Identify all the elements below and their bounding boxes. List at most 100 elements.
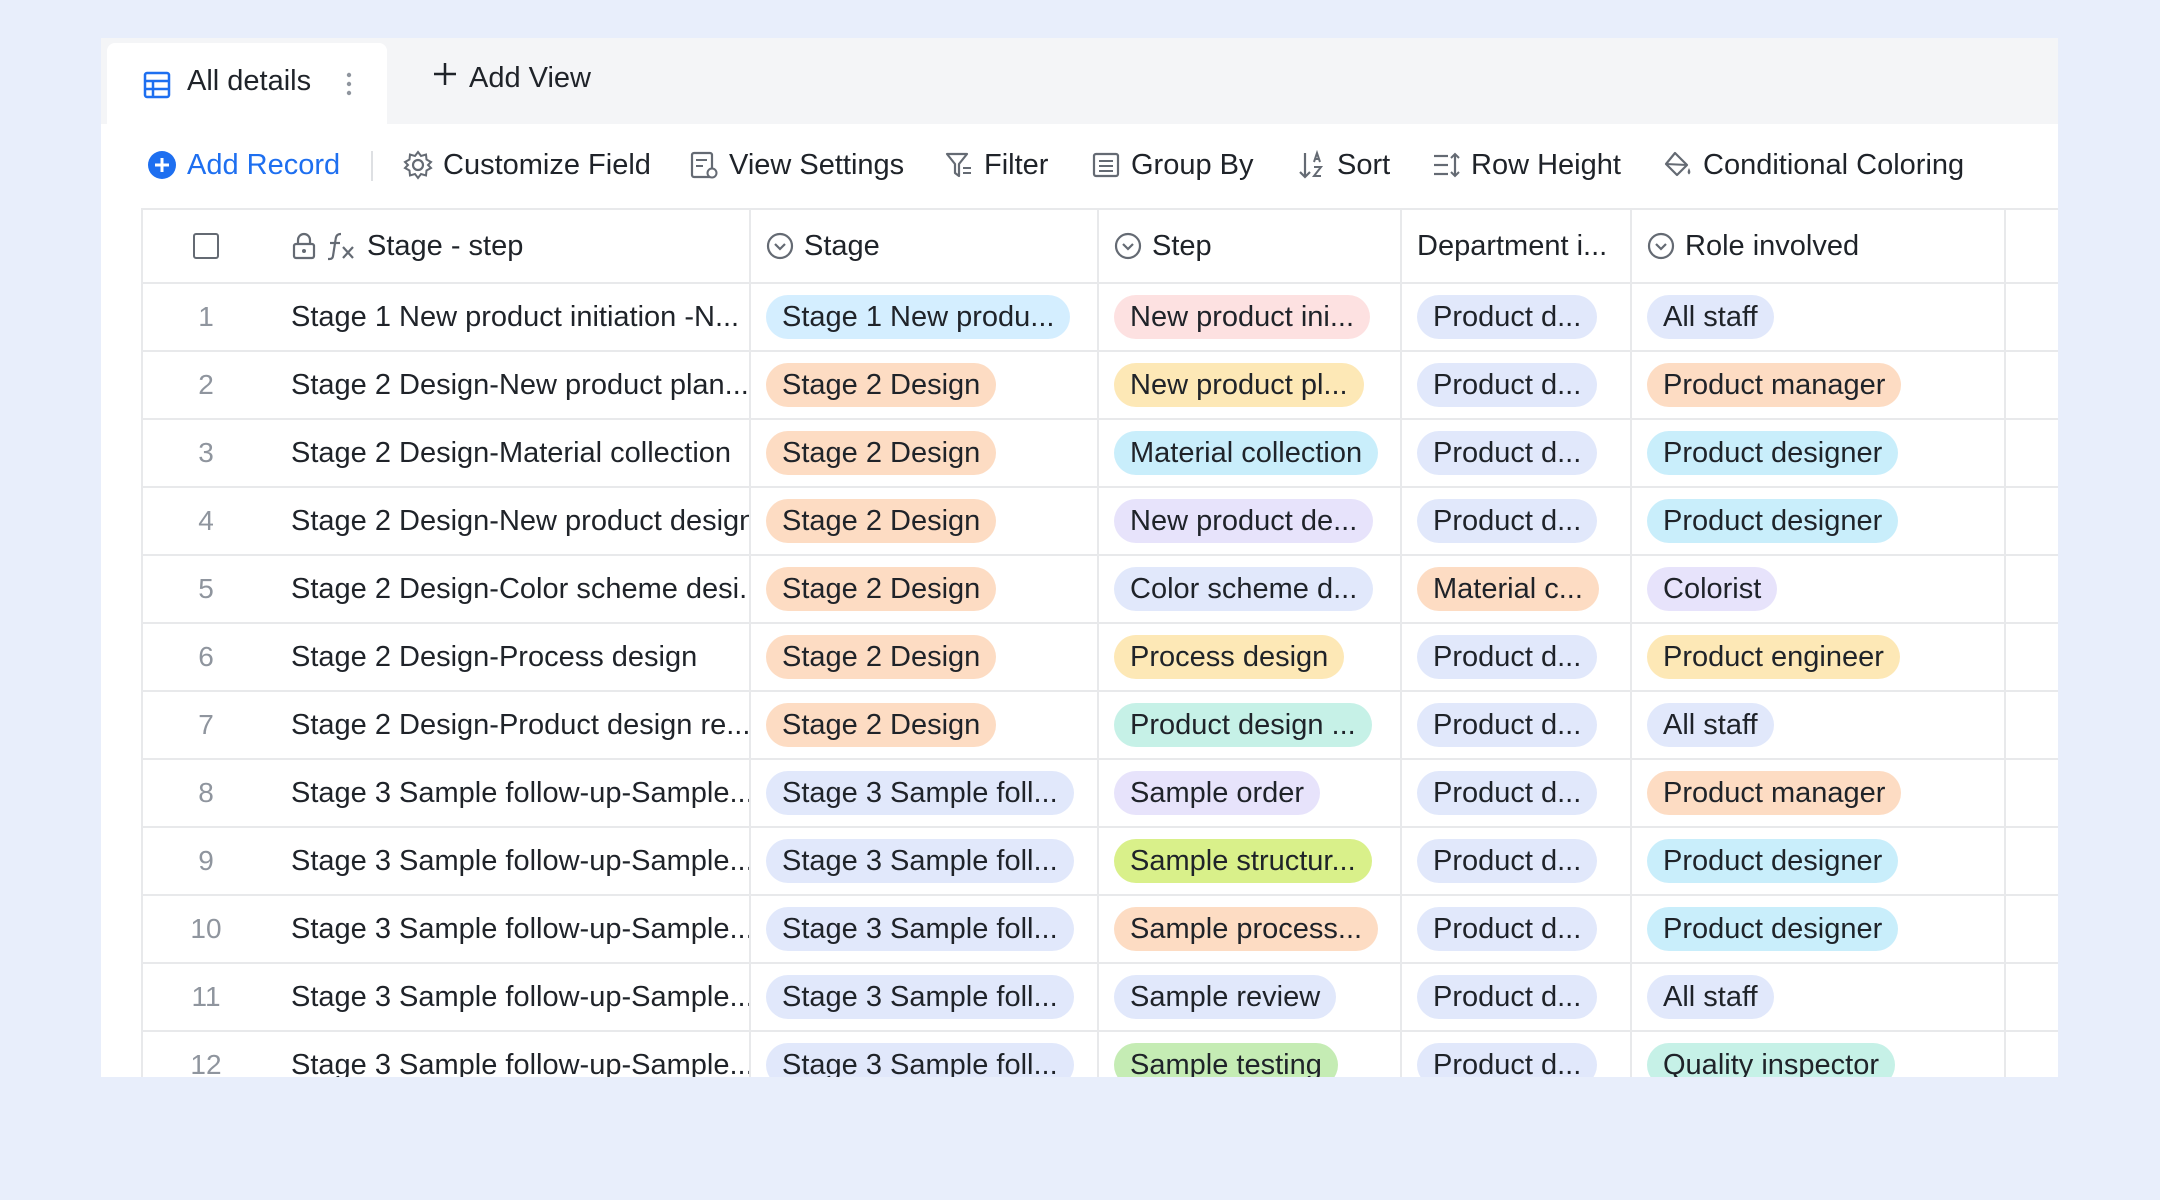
department-tag: Product d... bbox=[1417, 839, 1598, 883]
cell-stage[interactable]: Stage 2 Design bbox=[749, 488, 1097, 554]
table-row[interactable]: 5 Stage 2 Design-Color scheme desi... St… bbox=[141, 556, 2058, 624]
cell-stage-step[interactable]: Stage 3 Sample follow-up-Sample... bbox=[271, 760, 749, 826]
cell-step[interactable]: Material collection bbox=[1097, 420, 1400, 486]
header-stage-step[interactable]: Stage - step bbox=[271, 210, 749, 282]
step-tag: Color scheme d... bbox=[1114, 567, 1374, 611]
cell-stage-step[interactable]: Stage 2 Design-Material collection bbox=[271, 420, 749, 486]
grid-view-icon bbox=[143, 71, 171, 104]
cell-stage-step[interactable]: Stage 2 Design-New product plan... bbox=[271, 352, 749, 418]
table-row[interactable]: 2 Stage 2 Design-New product plan... Sta… bbox=[141, 352, 2058, 420]
cell-stage[interactable]: Stage 3 Sample foll... bbox=[749, 1032, 1097, 1077]
table-row[interactable]: 7 Stage 2 Design-Product design re... St… bbox=[141, 692, 2058, 760]
group-by-button[interactable]: Group By bbox=[1091, 124, 1254, 206]
customize-field-button[interactable]: Customize Field bbox=[403, 124, 651, 206]
cell-department[interactable]: Product d... bbox=[1400, 896, 1630, 962]
cell-department[interactable]: Product d... bbox=[1400, 352, 1630, 418]
cell-stage[interactable]: Stage 3 Sample foll... bbox=[749, 896, 1097, 962]
cell-stage[interactable]: Stage 2 Design bbox=[749, 624, 1097, 690]
table-row[interactable]: 1 Stage 1 New product initiation -N... S… bbox=[141, 284, 2058, 352]
cell-department[interactable]: Product d... bbox=[1400, 284, 1630, 350]
cell-role[interactable]: Product designer bbox=[1630, 488, 2006, 554]
department-tag: Product d... bbox=[1417, 703, 1598, 747]
add-view-button[interactable]: Add View bbox=[431, 60, 591, 96]
cell-stage-step[interactable]: Stage 3 Sample follow-up-Sample... bbox=[271, 964, 749, 1030]
cell-department[interactable]: Product d... bbox=[1400, 964, 1630, 1030]
cell-department[interactable]: Product d... bbox=[1400, 420, 1630, 486]
header-department[interactable]: Department i... bbox=[1400, 210, 1630, 282]
cell-stage[interactable]: Stage 3 Sample foll... bbox=[749, 760, 1097, 826]
cell-step[interactable]: New product de... bbox=[1097, 488, 1400, 554]
cell-stage[interactable]: Stage 2 Design bbox=[749, 556, 1097, 622]
cell-step[interactable]: Color scheme d... bbox=[1097, 556, 1400, 622]
cell-step[interactable]: New product ini... bbox=[1097, 284, 1400, 350]
cell-role[interactable]: All staff bbox=[1630, 284, 2006, 350]
cell-role[interactable]: Quality inspector bbox=[1630, 1032, 2006, 1077]
cell-step[interactable]: Process design bbox=[1097, 624, 1400, 690]
header-step[interactable]: Step bbox=[1097, 210, 1400, 282]
cell-stage-step[interactable]: Stage 3 Sample follow-up-Sample... bbox=[271, 896, 749, 962]
department-tag: Product d... bbox=[1417, 975, 1598, 1019]
cell-stage-step[interactable]: Stage 3 Sample follow-up-Sample... bbox=[271, 1032, 749, 1078]
more-vertical-icon[interactable] bbox=[345, 71, 353, 102]
cell-step[interactable]: Sample order bbox=[1097, 760, 1400, 826]
cell-stage[interactable]: Stage 2 Design bbox=[749, 420, 1097, 486]
cell-step[interactable]: Sample testing bbox=[1097, 1032, 1400, 1077]
header-stage[interactable]: Stage bbox=[749, 210, 1097, 282]
table-row[interactable]: 3 Stage 2 Design-Material collection Sta… bbox=[141, 420, 2058, 488]
cell-step[interactable]: Sample structur... bbox=[1097, 828, 1400, 894]
cell-stage-step[interactable]: Stage 2 Design-Product design re... bbox=[271, 692, 749, 758]
cell-stage[interactable]: Stage 3 Sample foll... bbox=[749, 964, 1097, 1030]
cell-stage[interactable]: Stage 2 Design bbox=[749, 352, 1097, 418]
cell-stage-step[interactable]: Stage 2 Design-New product design bbox=[271, 488, 749, 554]
department-tag: Product d... bbox=[1417, 1043, 1598, 1077]
cell-step[interactable]: Product design ... bbox=[1097, 692, 1400, 758]
cell-department[interactable]: Product d... bbox=[1400, 760, 1630, 826]
table-row[interactable]: 10 Stage 3 Sample follow-up-Sample... St… bbox=[141, 896, 2058, 964]
cell-role[interactable]: Product manager bbox=[1630, 352, 2006, 418]
add-record-button[interactable]: Add Record bbox=[147, 124, 340, 206]
table-row[interactable]: 4 Stage 2 Design-New product design Stag… bbox=[141, 488, 2058, 556]
role-tag: Colorist bbox=[1647, 567, 1778, 611]
sort-button[interactable]: Sort bbox=[1297, 124, 1390, 206]
table-row[interactable]: 8 Stage 3 Sample follow-up-Sample... Sta… bbox=[141, 760, 2058, 828]
cell-department[interactable]: Material c... bbox=[1400, 556, 1630, 622]
cell-role[interactable]: Product designer bbox=[1630, 896, 2006, 962]
department-tag: Product d... bbox=[1417, 771, 1598, 815]
cell-role[interactable]: All staff bbox=[1630, 964, 2006, 1030]
cell-stage[interactable]: Stage 3 Sample foll... bbox=[749, 828, 1097, 894]
cell-role[interactable]: Product engineer bbox=[1630, 624, 2006, 690]
view-settings-button[interactable]: View Settings bbox=[689, 124, 904, 206]
table-row[interactable]: 11 Stage 3 Sample follow-up-Sample... St… bbox=[141, 964, 2058, 1032]
cell-stage[interactable]: Stage 1 New produ... bbox=[749, 284, 1097, 350]
row-height-button[interactable]: Row Height bbox=[1431, 124, 1621, 206]
tab-all-details[interactable]: All details bbox=[107, 43, 387, 124]
table-row[interactable]: 6 Stage 2 Design-Process design Stage 2 … bbox=[141, 624, 2058, 692]
cell-stage-step[interactable]: Stage 3 Sample follow-up-Sample... bbox=[271, 828, 749, 894]
table-row[interactable]: 12 Stage 3 Sample follow-up-Sample... St… bbox=[141, 1032, 2058, 1077]
table-header-row: Stage - step Stage Step Department i... … bbox=[141, 208, 2058, 284]
cell-step[interactable]: Sample review bbox=[1097, 964, 1400, 1030]
cell-role[interactable]: Product designer bbox=[1630, 420, 2006, 486]
cell-stage-step[interactable]: Stage 2 Design-Process design bbox=[271, 624, 749, 690]
cell-department[interactable]: Product d... bbox=[1400, 1032, 1630, 1077]
cell-department[interactable]: Product d... bbox=[1400, 488, 1630, 554]
cell-role[interactable]: Product manager bbox=[1630, 760, 2006, 826]
filter-button[interactable]: Filter bbox=[944, 124, 1048, 206]
cell-department[interactable]: Product d... bbox=[1400, 692, 1630, 758]
table-row[interactable]: 9 Stage 3 Sample follow-up-Sample... Sta… bbox=[141, 828, 2058, 896]
cell-role[interactable]: Colorist bbox=[1630, 556, 2006, 622]
conditional-coloring-button[interactable]: Conditional Coloring bbox=[1663, 124, 1964, 206]
stage-tag: Stage 3 Sample foll... bbox=[766, 907, 1074, 951]
cell-stage[interactable]: Stage 2 Design bbox=[749, 692, 1097, 758]
cell-stage-step[interactable]: Stage 1 New product initiation -N... bbox=[271, 284, 749, 350]
select-all-checkbox[interactable] bbox=[193, 233, 219, 259]
cell-step[interactable]: Sample process... bbox=[1097, 896, 1400, 962]
cell-step[interactable]: New product pl... bbox=[1097, 352, 1400, 418]
header-role[interactable]: Role involved bbox=[1630, 210, 2006, 282]
cell-stage-step[interactable]: Stage 2 Design-Color scheme desi... bbox=[271, 556, 749, 622]
cell-department[interactable]: Product d... bbox=[1400, 624, 1630, 690]
select-all-cell[interactable] bbox=[141, 210, 271, 282]
cell-department[interactable]: Product d... bbox=[1400, 828, 1630, 894]
cell-role[interactable]: All staff bbox=[1630, 692, 2006, 758]
cell-role[interactable]: Product designer bbox=[1630, 828, 2006, 894]
